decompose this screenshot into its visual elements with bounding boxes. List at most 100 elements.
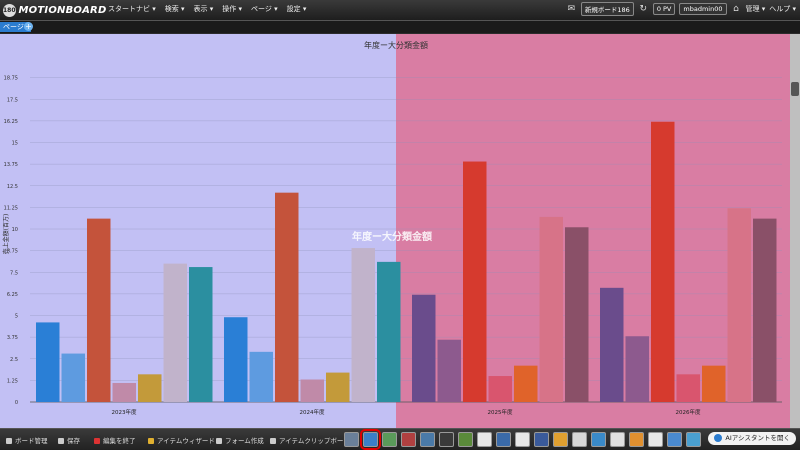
x-category-label: 2023年度	[112, 408, 137, 416]
bar	[463, 161, 487, 402]
motionboard-logo: 180 MOTIONBOARD	[3, 3, 106, 17]
bar	[275, 192, 299, 402]
menu-operate[interactable]: 操作 ▾	[222, 4, 242, 14]
bar	[676, 374, 700, 402]
y-tick-label: 12.5	[7, 184, 18, 190]
chart-title: 年度ー大分類金額	[364, 40, 428, 50]
tool-image-icon[interactable]	[420, 432, 435, 447]
form-create-button[interactable]: フォーム作成	[216, 435, 264, 445]
save-icon	[58, 438, 64, 444]
bar	[224, 317, 248, 402]
item-clipboard-label: アイテムクリップボード	[279, 437, 350, 445]
refresh-icon[interactable]: ↻	[638, 4, 649, 14]
bar	[702, 365, 726, 402]
x-category-label: 2024年度	[300, 408, 325, 416]
menu-help[interactable]: ヘルプ ▾	[769, 4, 796, 14]
ai-icon	[714, 434, 723, 442]
tool-network-icon[interactable]	[534, 432, 549, 447]
tool-shapes-icon[interactable]	[591, 432, 606, 447]
star-icon	[148, 438, 154, 444]
bar	[326, 372, 350, 402]
bar	[625, 336, 649, 402]
bar	[138, 374, 162, 402]
tool-folder-icon[interactable]	[553, 432, 568, 447]
tool-picture-icon[interactable]	[458, 432, 473, 447]
menu-settings[interactable]: 設定 ▾	[287, 4, 307, 14]
bar	[249, 351, 273, 402]
bar	[565, 227, 589, 402]
top-menu-bar: 180 MOTIONBOARD スタートナビ ▾ 検索 ▾ 表示 ▾ 操作 ▾ …	[0, 0, 800, 21]
item-tool-palette	[344, 429, 701, 450]
menu-view[interactable]: 表示 ▾	[194, 4, 214, 14]
gear-icon	[6, 438, 12, 444]
bar	[36, 322, 60, 402]
tool-chart-icon[interactable]	[344, 432, 359, 447]
tool-table-icon[interactable]	[382, 432, 397, 447]
chart-panel: 年度ー大分類金額 0 1.25 2.5 3.75 5 6.25 7.5 8.75 10 11.25 1…	[0, 34, 790, 428]
y-tick-label: 7.5	[10, 270, 18, 276]
pv-counter: 0 PV	[652, 3, 676, 15]
bottom-toolbar: ボード管理 保存 編集を終了 アイテムウィザード フォーム作成 アイテムクリップ…	[0, 428, 800, 450]
chart-watermark: 年度ー大分類金額	[352, 232, 432, 243]
ai-assistant-button[interactable]: AIアシスタントを開く	[708, 432, 796, 445]
menu-page[interactable]: ページ ▾	[251, 4, 278, 14]
item-wizard-button[interactable]: アイテムウィザード	[148, 435, 215, 445]
form-create-label: フォーム作成	[225, 437, 264, 445]
scrollbar-thumb[interactable]	[791, 82, 799, 96]
item-clipboard-button[interactable]: アイテムクリップボード	[270, 435, 350, 445]
tool-text-icon[interactable]	[477, 432, 492, 447]
vertical-scrollbar[interactable]	[790, 34, 800, 428]
bar	[539, 216, 563, 402]
save-label: 保存	[67, 437, 80, 445]
bar	[189, 267, 213, 402]
tool-plugin-icon[interactable]	[686, 432, 701, 447]
megaphone-icon[interactable]: ✉	[566, 4, 577, 14]
close-icon	[94, 438, 100, 444]
tool-globe-icon[interactable]	[496, 432, 511, 447]
tool-keyboard-icon[interactable]	[572, 432, 587, 447]
menu-start-navi[interactable]: スタートナビ ▾	[108, 4, 156, 14]
tool-map-icon[interactable]	[439, 432, 454, 447]
bar	[727, 208, 751, 402]
ai-assistant-label: AIアシスタントを開く	[725, 434, 790, 442]
bar	[163, 263, 187, 402]
tool-calendar-icon[interactable]	[629, 432, 644, 447]
board-manage-button[interactable]: ボード管理	[6, 435, 48, 445]
page-tab-bar: ページ1 +	[0, 21, 800, 33]
bar	[488, 376, 512, 402]
bar	[112, 382, 136, 402]
y-tick-label: 3.75	[7, 335, 18, 341]
tool-cube-icon[interactable]	[667, 432, 682, 447]
y-tick-label: 10	[12, 227, 18, 233]
bar	[61, 353, 85, 402]
y-tick-label: 18.75	[4, 76, 18, 82]
user-name[interactable]: mbadmin00	[679, 3, 727, 15]
add-page-icon[interactable]: +	[24, 22, 33, 31]
menu-search[interactable]: 検索 ▾	[165, 4, 185, 14]
save-button[interactable]: 保存	[58, 435, 80, 445]
form-icon	[216, 438, 222, 444]
logo-badge: 180	[3, 3, 16, 17]
bar	[600, 287, 624, 402]
end-edit-button[interactable]: 編集を終了	[94, 435, 136, 445]
tool-comment-icon[interactable]	[515, 432, 530, 447]
menu-admin[interactable]: 管理 ▾	[746, 4, 766, 14]
y-axis-label: 売上金額(百万)	[2, 214, 10, 255]
item-wizard-label: アイテムウィザード	[157, 437, 215, 445]
board-canvas: 年度ー大分類金額 0 1.25 2.5 3.75 5 6.25 7.5 8.75 10 11.25 1…	[0, 34, 800, 428]
bar	[87, 218, 111, 402]
tool-form-icon[interactable]	[610, 432, 625, 447]
tool-doc-icon[interactable]	[648, 432, 663, 447]
home-icon[interactable]: ⌂	[731, 4, 742, 14]
x-category-label: 2025年度	[488, 408, 513, 416]
logo-text: MOTIONBOARD	[18, 4, 107, 16]
bar	[651, 121, 675, 403]
bar	[351, 248, 375, 402]
tool-bar-chart-icon[interactable]	[360, 429, 381, 450]
y-tick-label: 11.25	[4, 205, 18, 211]
clipboard-icon	[270, 438, 276, 444]
y-tick-label: 17.5	[7, 97, 18, 103]
board-name[interactable]: 新規ボード186	[580, 2, 634, 16]
y-tick-label: 6.25	[7, 292, 18, 298]
tool-clock-icon[interactable]	[401, 432, 416, 447]
